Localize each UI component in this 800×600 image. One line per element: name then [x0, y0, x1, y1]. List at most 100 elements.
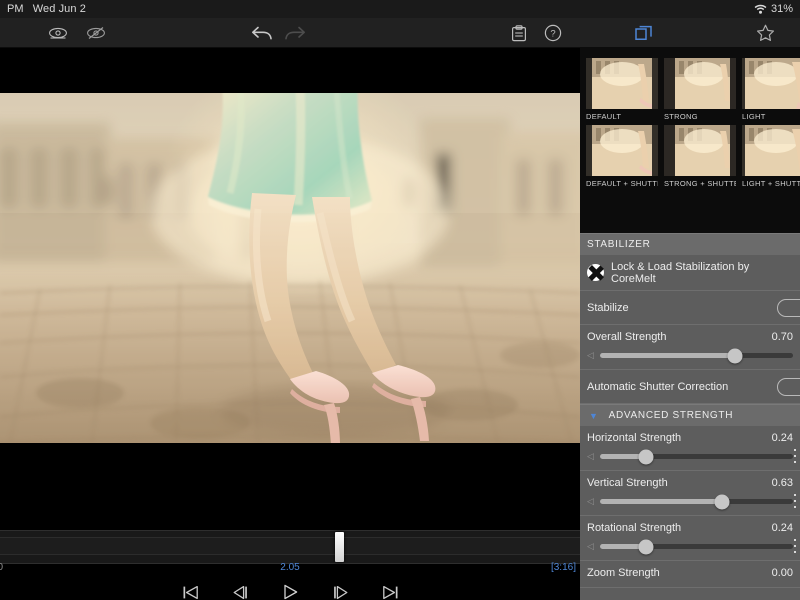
- horizontal-strength-value: 0.24: [771, 432, 793, 444]
- slider-caret-icon[interactable]: ◁: [587, 496, 594, 507]
- overall-strength-value: 0.70: [771, 331, 793, 343]
- rotational-strength-row[interactable]: Rotational Strength 0.24 ◁: [580, 516, 800, 561]
- slider-knob[interactable]: [714, 494, 730, 509]
- vertical-strength-row[interactable]: Vertical Strength 0.63 ◁: [580, 471, 800, 516]
- zoom-strength-top: Zoom Strength 0.00: [587, 567, 793, 579]
- stabilize-toggle[interactable]: [777, 298, 800, 317]
- preset-default[interactable]: DEFAULT: [586, 58, 658, 121]
- chevron-down-icon[interactable]: ▼: [589, 411, 599, 421]
- redo-icon[interactable]: [283, 22, 307, 44]
- rotational-strength-slider[interactable]: ◁: [587, 539, 796, 554]
- app-root: PM Wed Jun 2 31% ? 0 2.05 [3:16] DEFAULT…: [0, 0, 800, 600]
- slider-caret-icon[interactable]: ◁: [587, 350, 594, 361]
- preset-label: STRONG: [664, 112, 698, 121]
- skip-to-end-button[interactable]: [376, 581, 404, 600]
- zoom-strength-row[interactable]: Zoom Strength 0.00: [580, 561, 800, 588]
- preset-thumbnail[interactable]: [664, 125, 736, 176]
- status-time: PM: [7, 3, 24, 15]
- preset-thumbnail-image: [586, 58, 658, 109]
- playhead[interactable]: [335, 532, 345, 562]
- slider-knob[interactable]: [638, 539, 654, 554]
- preset-light-shutter[interactable]: LIGHT + SHUTTER: [742, 125, 800, 188]
- preset-thumbnail[interactable]: [586, 125, 658, 176]
- slider-caret-icon[interactable]: ◁: [587, 541, 594, 552]
- coremelt-brand-row: Lock & Load Stabilization by CoreMelt: [580, 255, 800, 291]
- status-bar-left: PM Wed Jun 2: [7, 3, 86, 15]
- eye-icon[interactable]: [46, 22, 70, 44]
- preset-thumbnail[interactable]: [586, 58, 658, 109]
- star-icon[interactable]: [752, 23, 778, 43]
- horizontal-strength-row[interactable]: Horizontal Strength 0.24 ◁: [580, 426, 800, 471]
- shutter-correction-toggle[interactable]: [777, 377, 800, 396]
- slider-track[interactable]: [599, 494, 796, 509]
- transport-controls: [0, 578, 580, 600]
- stabilize-label: Stabilize: [587, 301, 629, 314]
- current-timecode: 2.05: [280, 562, 300, 573]
- shutter-correction-row[interactable]: Automatic Shutter Correction: [580, 370, 800, 404]
- preset-label: DEFAULT: [586, 112, 622, 121]
- status-date: Wed Jun 2: [32, 3, 86, 15]
- horizontal-strength-slider[interactable]: ◁: [587, 449, 796, 464]
- slider-track[interactable]: [599, 449, 796, 464]
- slider-knob[interactable]: [638, 449, 654, 464]
- preset-strong-shutter[interactable]: STRONG + SHUTTER: [664, 125, 736, 188]
- preset-label: LIGHT + SHUTTER: [742, 179, 800, 188]
- play-button[interactable]: [276, 581, 304, 600]
- inspector-panel: DEFAULT STRONG LIGHT DEFAULT + SHUTT STR…: [580, 18, 800, 600]
- slider-caret-icon[interactable]: ◁: [587, 451, 594, 462]
- overall-strength-top: Overall Strength 0.70: [587, 331, 793, 343]
- preset-thumbnail-image: [664, 125, 736, 176]
- preset-row: DEFAULT + SHUTTER: [586, 125, 800, 188]
- preset-thumbnail-image: [742, 58, 800, 109]
- slider-track[interactable]: [599, 539, 796, 554]
- preset-label: LIGHT: [742, 112, 766, 121]
- skip-to-start-button[interactable]: [176, 581, 204, 600]
- slider-end-dots: [794, 449, 796, 464]
- stabilize-row[interactable]: Stabilize: [580, 291, 800, 325]
- inspector-header: [580, 18, 800, 48]
- undo-icon[interactable]: [250, 22, 274, 44]
- eye-slash-icon[interactable]: [84, 22, 108, 44]
- status-bar: PM Wed Jun 2 31%: [0, 0, 800, 18]
- preset-thumbnail[interactable]: [742, 125, 800, 176]
- clipboard-icon[interactable]: [507, 22, 531, 44]
- step-forward-button[interactable]: [326, 581, 354, 600]
- video-preview[interactable]: 00 2.05 [3:16]: [0, 48, 580, 600]
- step-back-button[interactable]: [226, 581, 254, 600]
- duration-timecode: [3:16]: [550, 562, 576, 573]
- timecode-row: 00 2.05 [3:16]: [0, 560, 580, 578]
- preset-default-shutter[interactable]: DEFAULT + SHUTTER: [586, 125, 658, 188]
- preset-light[interactable]: LIGHT: [742, 58, 800, 121]
- preview-image-content: [0, 93, 580, 443]
- coremelt-logo-icon: [587, 264, 604, 281]
- overall-strength-row[interactable]: Overall Strength 0.70 ◁: [580, 325, 800, 370]
- slider-fill: [599, 353, 736, 358]
- slider-knob[interactable]: [727, 348, 743, 363]
- rotational-strength-value: 0.24: [771, 522, 793, 534]
- timeline[interactable]: [0, 530, 580, 564]
- vertical-strength-slider[interactable]: ◁: [587, 494, 796, 509]
- overall-strength-slider[interactable]: ◁: [587, 348, 793, 363]
- preset-thumbnail-image: [742, 125, 800, 176]
- slider-fill: [599, 499, 722, 504]
- preset-thumbnail-image: [586, 125, 658, 176]
- preset-strong[interactable]: STRONG: [664, 58, 736, 121]
- vertical-strength-label: Vertical Strength: [587, 477, 668, 489]
- zoom-strength-label: Zoom Strength: [587, 567, 660, 579]
- horizontal-strength-top: Horizontal Strength 0.24: [587, 432, 793, 444]
- advanced-strength-header[interactable]: ▼ ADVANCED STRENGTH: [580, 404, 800, 426]
- stabilize-frame-icon[interactable]: [630, 23, 656, 43]
- shutter-correction-label: Automatic Shutter Correction: [587, 380, 729, 393]
- overall-strength-label: Overall Strength: [587, 331, 667, 343]
- status-bar-right: 31%: [754, 3, 793, 15]
- editor-main: ? 0 2.05 [3:16]: [0, 18, 580, 600]
- timeline-track[interactable]: [0, 537, 580, 555]
- preset-thumbnail[interactable]: [664, 58, 736, 109]
- help-icon[interactable]: ?: [541, 22, 565, 44]
- rotational-strength-label: Rotational Strength: [587, 522, 682, 534]
- preset-thumbnail[interactable]: [742, 58, 800, 109]
- slider-track[interactable]: [599, 348, 793, 363]
- stabilizer-section-header: STABILIZER: [580, 233, 800, 255]
- svg-text:?: ?: [550, 29, 555, 40]
- rotational-strength-top: Rotational Strength 0.24: [587, 522, 793, 534]
